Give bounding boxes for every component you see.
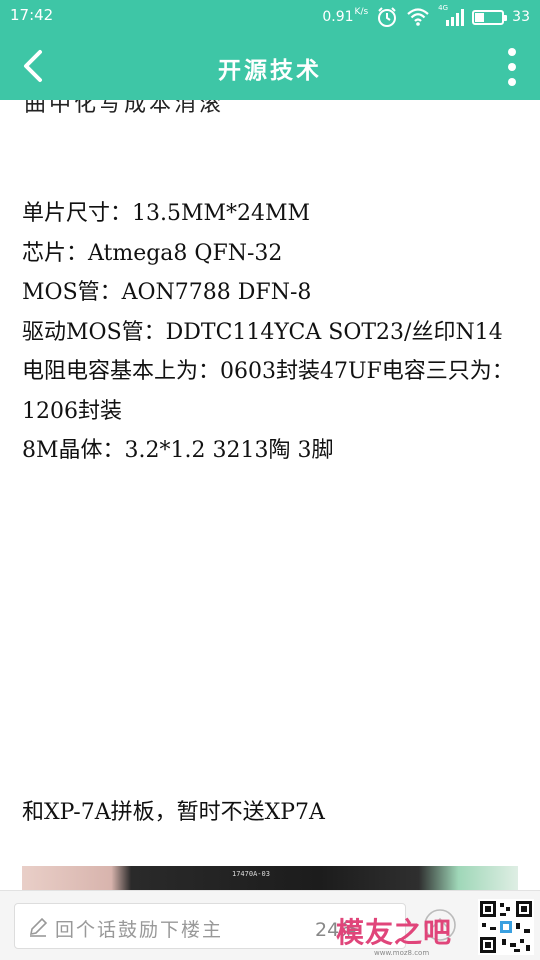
spec-item: 电阻电容基本上为：0603封装47UF电容三只为：1206封装 xyxy=(22,359,514,424)
status-indicators: 0.91 K/s 4G 33 xyxy=(322,4,530,29)
signal-icon xyxy=(446,9,465,26)
network-speed: 0.91 K/s xyxy=(322,7,369,25)
page-title: 开源技术 xyxy=(218,57,322,84)
signal-indicator: 4G xyxy=(438,4,465,27)
watermark-logo: 模友之吧 xyxy=(336,916,453,949)
pcb-photo-label: 17470A-03 xyxy=(232,870,270,878)
bottom-bar: 回个话鼓励下楼主 24条 模友之吧 www.moz8.com xyxy=(0,890,540,960)
image-caption: 和XP-7A拼板，暂时不送XP7A xyxy=(22,800,325,825)
spec-item: 驱动MOS管：DDTC114YCA SOT23/丝印N14 xyxy=(22,319,503,345)
spec-item: MOS管：AON7788 DFN-8 xyxy=(22,280,312,305)
more-vertical-icon[interactable] xyxy=(502,46,522,88)
spec-item: 芯片：Atmega8 QFN-32 xyxy=(22,240,283,266)
battery-fill xyxy=(475,12,485,22)
comment-placeholder: 回个话鼓励下楼主 xyxy=(55,919,224,941)
pencil-icon xyxy=(29,917,48,937)
spec-item: 8M晶体：3.2*1.2 3213陶 3脚 xyxy=(22,438,334,463)
status-time: 17:42 xyxy=(10,6,54,24)
qr-code xyxy=(478,899,534,955)
watermark-url: www.moz8.com xyxy=(374,949,430,957)
post-content: 曲中化写成本消滚 单片尺寸：13.5MM*24MM 芯片：Atmega8 QFN… xyxy=(0,100,540,890)
wifi-icon xyxy=(407,8,429,26)
spec-list: 单片尺寸：13.5MM*24MM 芯片：Atmega8 QFN-32 MOS管：… xyxy=(22,194,522,471)
pcb-photo[interactable]: 17470A-03 xyxy=(22,866,518,890)
battery-icon xyxy=(472,9,508,25)
alarm-icon xyxy=(378,7,397,27)
status-bar: 17:42 0.91 K/s 4G 33 xyxy=(0,0,540,34)
battery-level: 33 xyxy=(512,9,530,25)
cut-off-text-line: 曲中化写成本消滚 xyxy=(24,100,225,117)
spec-item: 单片尺寸：13.5MM*24MM xyxy=(22,201,311,226)
network-speed-value: 0.91 xyxy=(322,9,354,25)
app-header: 开源技术 xyxy=(0,34,540,100)
network-speed-unit: K/s xyxy=(354,7,369,17)
